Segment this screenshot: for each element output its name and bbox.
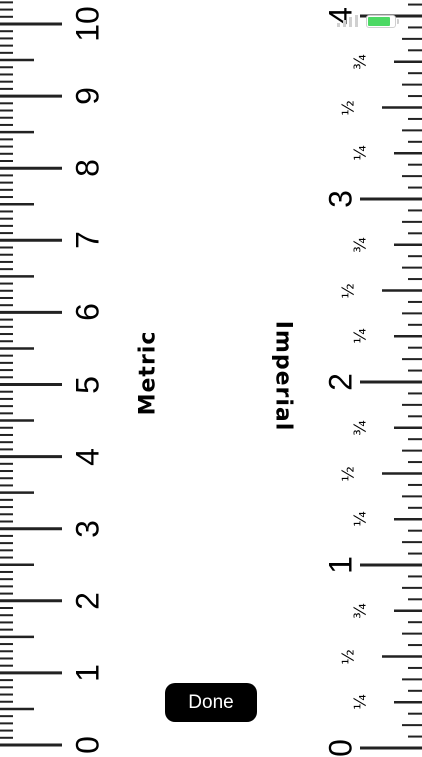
metric-number: 9	[69, 87, 106, 105]
metric-number: 7	[69, 231, 106, 250]
metric-number: 6	[69, 303, 106, 322]
imperial-fraction: ¾	[350, 419, 370, 436]
imperial-fraction: ½	[338, 465, 358, 482]
imperial-fraction: ½	[338, 99, 358, 116]
imperial-fraction: ¾	[350, 236, 370, 253]
battery-icon	[366, 15, 399, 28]
imperial-fraction: ½	[338, 282, 358, 299]
battery-level	[368, 17, 391, 26]
imperial-fraction: ¾	[350, 53, 370, 70]
metric-number: 2	[69, 591, 106, 610]
metric-number: 5	[69, 375, 106, 394]
imperial-number: 2	[322, 373, 359, 391]
signal-icon	[336, 15, 358, 27]
imperial-fraction: ½	[338, 648, 358, 665]
imperial-fraction: ¼	[350, 328, 370, 345]
ruler-screen: Metric Imperial 0 1 2 3 4 5 6 7 8 9 10 01234¼½¾¼½¾…	[0, 0, 422, 757]
imperial-fraction: ¼	[350, 511, 370, 528]
metric-number: 10	[69, 6, 106, 42]
imperial-number: 1	[322, 556, 359, 574]
imperial-label: Imperial	[270, 320, 296, 432]
metric-number: 8	[69, 159, 106, 178]
imperial-number: 0	[322, 739, 359, 757]
imperial-number: 3	[322, 190, 359, 208]
metric-number: 0	[69, 736, 106, 754]
imperial-fraction: ¼	[350, 694, 370, 711]
metric-label: Metric	[135, 330, 161, 416]
status-bar	[328, 6, 408, 28]
metric-number: 4	[69, 447, 106, 466]
metric-number: 1	[69, 663, 106, 682]
battery-tip	[397, 19, 399, 24]
metric-number: 3	[69, 519, 106, 538]
done-button[interactable]: Done	[165, 683, 257, 722]
imperial-fraction: ¾	[350, 602, 370, 619]
imperial-fraction: ¼	[350, 145, 370, 162]
